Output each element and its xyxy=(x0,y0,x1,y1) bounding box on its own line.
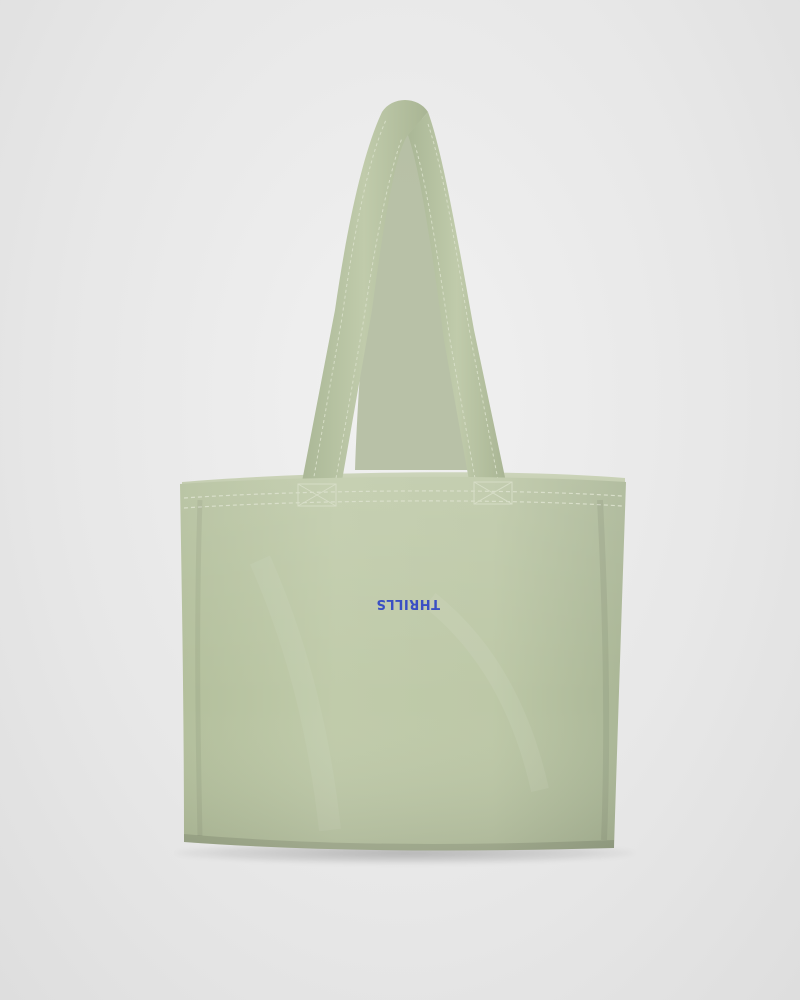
tote-bag xyxy=(180,100,626,851)
product-photo: THRILLS xyxy=(0,0,800,1000)
brand-embroidery: THRILLS xyxy=(375,596,440,611)
